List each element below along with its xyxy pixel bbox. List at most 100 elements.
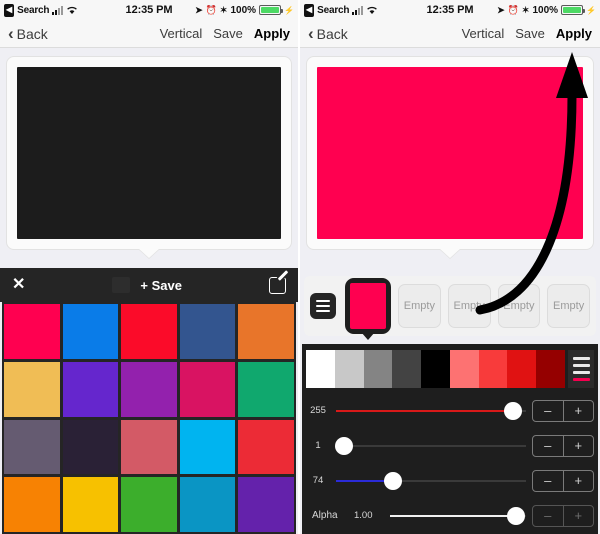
status-bar: ◀ Search 12:35 PM ➤ ⏰ ✶ 100% ⚡ xyxy=(300,0,600,20)
spectrum-menu-icon[interactable] xyxy=(568,350,595,388)
slider-track xyxy=(336,444,526,447)
color-swatch[interactable] xyxy=(121,304,177,359)
color-swatch[interactable] xyxy=(238,304,294,359)
palette-toolbar: ✕ + Save xyxy=(0,268,298,302)
increment-button[interactable]: + xyxy=(562,505,594,526)
slider-knob[interactable] xyxy=(503,401,522,420)
preview-card xyxy=(306,56,594,258)
slider-control[interactable] xyxy=(336,470,526,492)
bluetooth-icon: ✶ xyxy=(219,4,228,15)
color-swatch[interactable] xyxy=(121,361,177,417)
increment-button[interactable]: + xyxy=(562,470,594,491)
empty-slot[interactable]: Empty xyxy=(447,284,491,328)
decrement-button[interactable]: – xyxy=(533,471,563,491)
apply-button[interactable]: Apply xyxy=(556,26,592,41)
nav-actions: Vertical Save Apply xyxy=(160,26,290,41)
alarm-clock-icon: ⏰ xyxy=(205,4,217,15)
color-swatch[interactable] xyxy=(179,361,236,417)
spectrum-swatch[interactable] xyxy=(306,350,335,388)
empty-slot[interactable]: Empty xyxy=(497,284,541,328)
decrement-button[interactable]: – xyxy=(533,506,563,526)
color-swatch[interactable] xyxy=(4,419,60,475)
color-swatch[interactable] xyxy=(4,304,60,359)
slider-control[interactable] xyxy=(390,505,526,527)
color-swatch[interactable] xyxy=(4,477,60,532)
color-swatch[interactable] xyxy=(121,477,177,532)
toolbar-save-group[interactable]: + Save xyxy=(112,277,182,293)
apply-button[interactable]: Apply xyxy=(254,26,290,41)
location-arrow-icon: ➤ xyxy=(195,4,203,15)
battery-icon xyxy=(259,5,284,15)
empty-slot[interactable]: Empty xyxy=(398,284,441,328)
spectrum-swatch[interactable] xyxy=(536,350,566,388)
edit-pencil-icon[interactable] xyxy=(268,276,286,294)
color-swatch[interactable] xyxy=(121,419,177,475)
charging-bolt-icon: ⚡ xyxy=(284,5,294,15)
save-button[interactable]: Save xyxy=(515,26,545,41)
color-swatch[interactable] xyxy=(238,361,294,417)
slider-control[interactable] xyxy=(334,435,526,457)
dual-screenshot-container: ◀ Search 12:35 PM ➤ ⏰ ✶ 100% ⚡ ‹ Back Ve… xyxy=(0,0,600,534)
color-swatch[interactable] xyxy=(62,361,119,417)
hamburger-menu-icon[interactable] xyxy=(310,293,336,319)
color-preview[interactable] xyxy=(317,67,583,239)
slider-knob[interactable] xyxy=(384,471,402,490)
close-icon[interactable]: ✕ xyxy=(12,277,25,293)
color-spectrum-strip xyxy=(306,350,595,388)
color-swatch[interactable] xyxy=(238,477,294,532)
spectrum-swatch[interactable] xyxy=(334,350,364,388)
color-swatch[interactable] xyxy=(179,419,236,475)
spectrum-swatch[interactable] xyxy=(478,350,508,388)
vertical-button[interactable]: Vertical xyxy=(160,26,203,41)
nav-bar: ‹ Back Vertical Save Apply xyxy=(0,20,298,48)
slider-fill xyxy=(390,514,517,517)
spectrum-swatch[interactable] xyxy=(392,350,422,388)
back-button[interactable]: ‹ Back xyxy=(8,25,48,42)
nav-bar: ‹ Back Vertical Save Apply xyxy=(300,20,600,48)
preview-notch-icon xyxy=(439,248,461,258)
color-editor-panel: 255– +1– +74– + Alpha 1.00– + xyxy=(302,344,598,534)
empty-slot[interactable]: Empty xyxy=(547,284,590,328)
preview-card xyxy=(6,56,292,258)
color-preview[interactable] xyxy=(17,67,281,239)
location-arrow-icon: ➤ xyxy=(497,4,505,15)
decrement-button[interactable]: – xyxy=(533,436,563,456)
stepper: – + xyxy=(532,434,594,457)
saved-swatch-tray: Empty Empty Empty Empty xyxy=(304,276,596,336)
back-label: Back xyxy=(16,25,48,42)
spectrum-swatch[interactable] xyxy=(421,350,450,388)
color-swatch[interactable] xyxy=(4,361,60,417)
charging-bolt-icon: ⚡ xyxy=(586,5,596,15)
stepper: – + xyxy=(532,469,594,492)
slider-row: 255 – + xyxy=(306,393,594,428)
slider-fill xyxy=(336,409,513,412)
bluetooth-icon: ✶ xyxy=(521,4,530,15)
battery-percent-label: 100% xyxy=(532,4,559,16)
color-swatch[interactable] xyxy=(62,477,119,532)
preview-notch-icon xyxy=(138,248,160,258)
slider-knob[interactable] xyxy=(334,436,353,455)
color-swatch[interactable] xyxy=(179,477,236,532)
increment-button[interactable]: + xyxy=(562,400,594,421)
chevron-left-icon: ‹ xyxy=(308,24,314,43)
spectrum-swatch[interactable] xyxy=(507,350,537,388)
increment-button[interactable]: + xyxy=(562,435,594,456)
spectrum-swatch[interactable] xyxy=(449,350,479,388)
slider-knob[interactable] xyxy=(507,506,526,525)
slider-row: 1 – + xyxy=(306,428,594,463)
color-swatch[interactable] xyxy=(62,419,119,475)
selected-swatch[interactable] xyxy=(345,278,391,334)
color-grid xyxy=(2,302,296,534)
battery-icon xyxy=(561,5,586,15)
color-swatch[interactable] xyxy=(62,304,119,359)
left-screen: ◀ Search 12:35 PM ➤ ⏰ ✶ 100% ⚡ ‹ Back Ve… xyxy=(0,0,300,534)
color-swatch[interactable] xyxy=(238,419,294,475)
back-label: Back xyxy=(316,25,348,42)
save-button[interactable]: Save xyxy=(213,26,243,41)
color-swatch[interactable] xyxy=(179,304,236,359)
decrement-button[interactable]: – xyxy=(533,401,563,421)
spectrum-swatch[interactable] xyxy=(363,350,393,388)
back-button[interactable]: ‹ Back xyxy=(308,25,348,42)
slider-control[interactable] xyxy=(336,400,526,422)
vertical-button[interactable]: Vertical xyxy=(462,26,505,41)
